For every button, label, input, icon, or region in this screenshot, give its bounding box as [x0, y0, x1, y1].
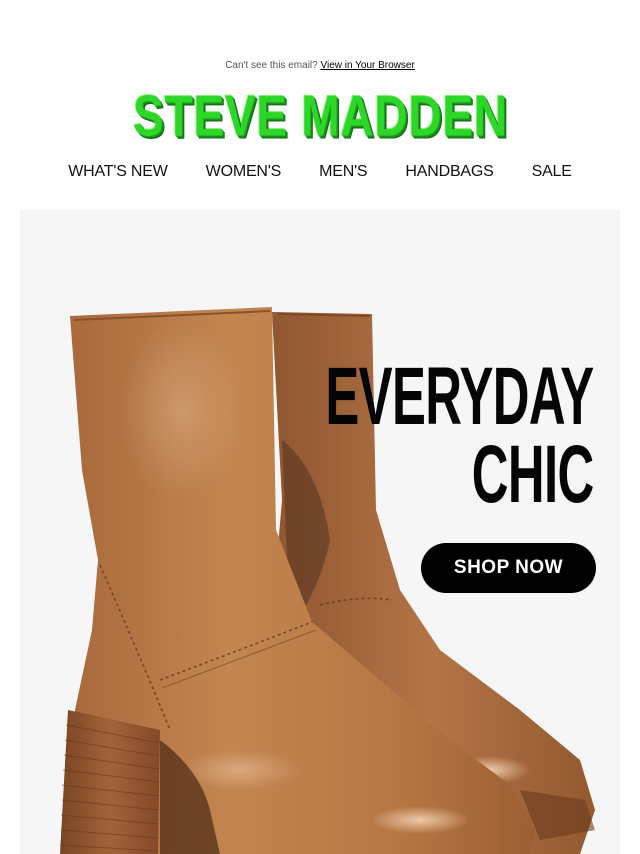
nav-item-mens[interactable]: MEN'S	[300, 163, 386, 181]
brand-logo[interactable]: STEVE MADDEN	[128, 82, 512, 148]
preheader-text: Can't see this email?	[225, 60, 318, 71]
headline-line-1: EVERYDAY	[325, 351, 595, 442]
preheader: Can't see this email? View in Your Brows…	[0, 60, 640, 71]
headline-line-2: CHIC	[472, 429, 594, 520]
hero-headline: EVERYDAY CHIC	[161, 351, 595, 520]
nav-item-handbags[interactable]: HANDBAGS	[386, 163, 512, 181]
nav-item-womens[interactable]: WOMEN'S	[187, 163, 300, 181]
hero-banner[interactable]: EVERYDAY CHIC SHOP NOW	[20, 210, 620, 854]
nav-item-sale[interactable]: SALE	[513, 163, 591, 181]
boots-image[interactable]	[20, 210, 620, 854]
shop-now-button[interactable]: SHOP NOW	[421, 543, 596, 593]
main-nav: WHAT'S NEW WOMEN'S MEN'S HANDBAGS SALE	[0, 163, 640, 181]
brand-logo-text: STEVE MADDEN	[132, 82, 508, 148]
nav-item-whats-new[interactable]: WHAT'S NEW	[49, 163, 186, 181]
view-in-browser-link[interactable]: View in Your Browser	[320, 60, 414, 71]
